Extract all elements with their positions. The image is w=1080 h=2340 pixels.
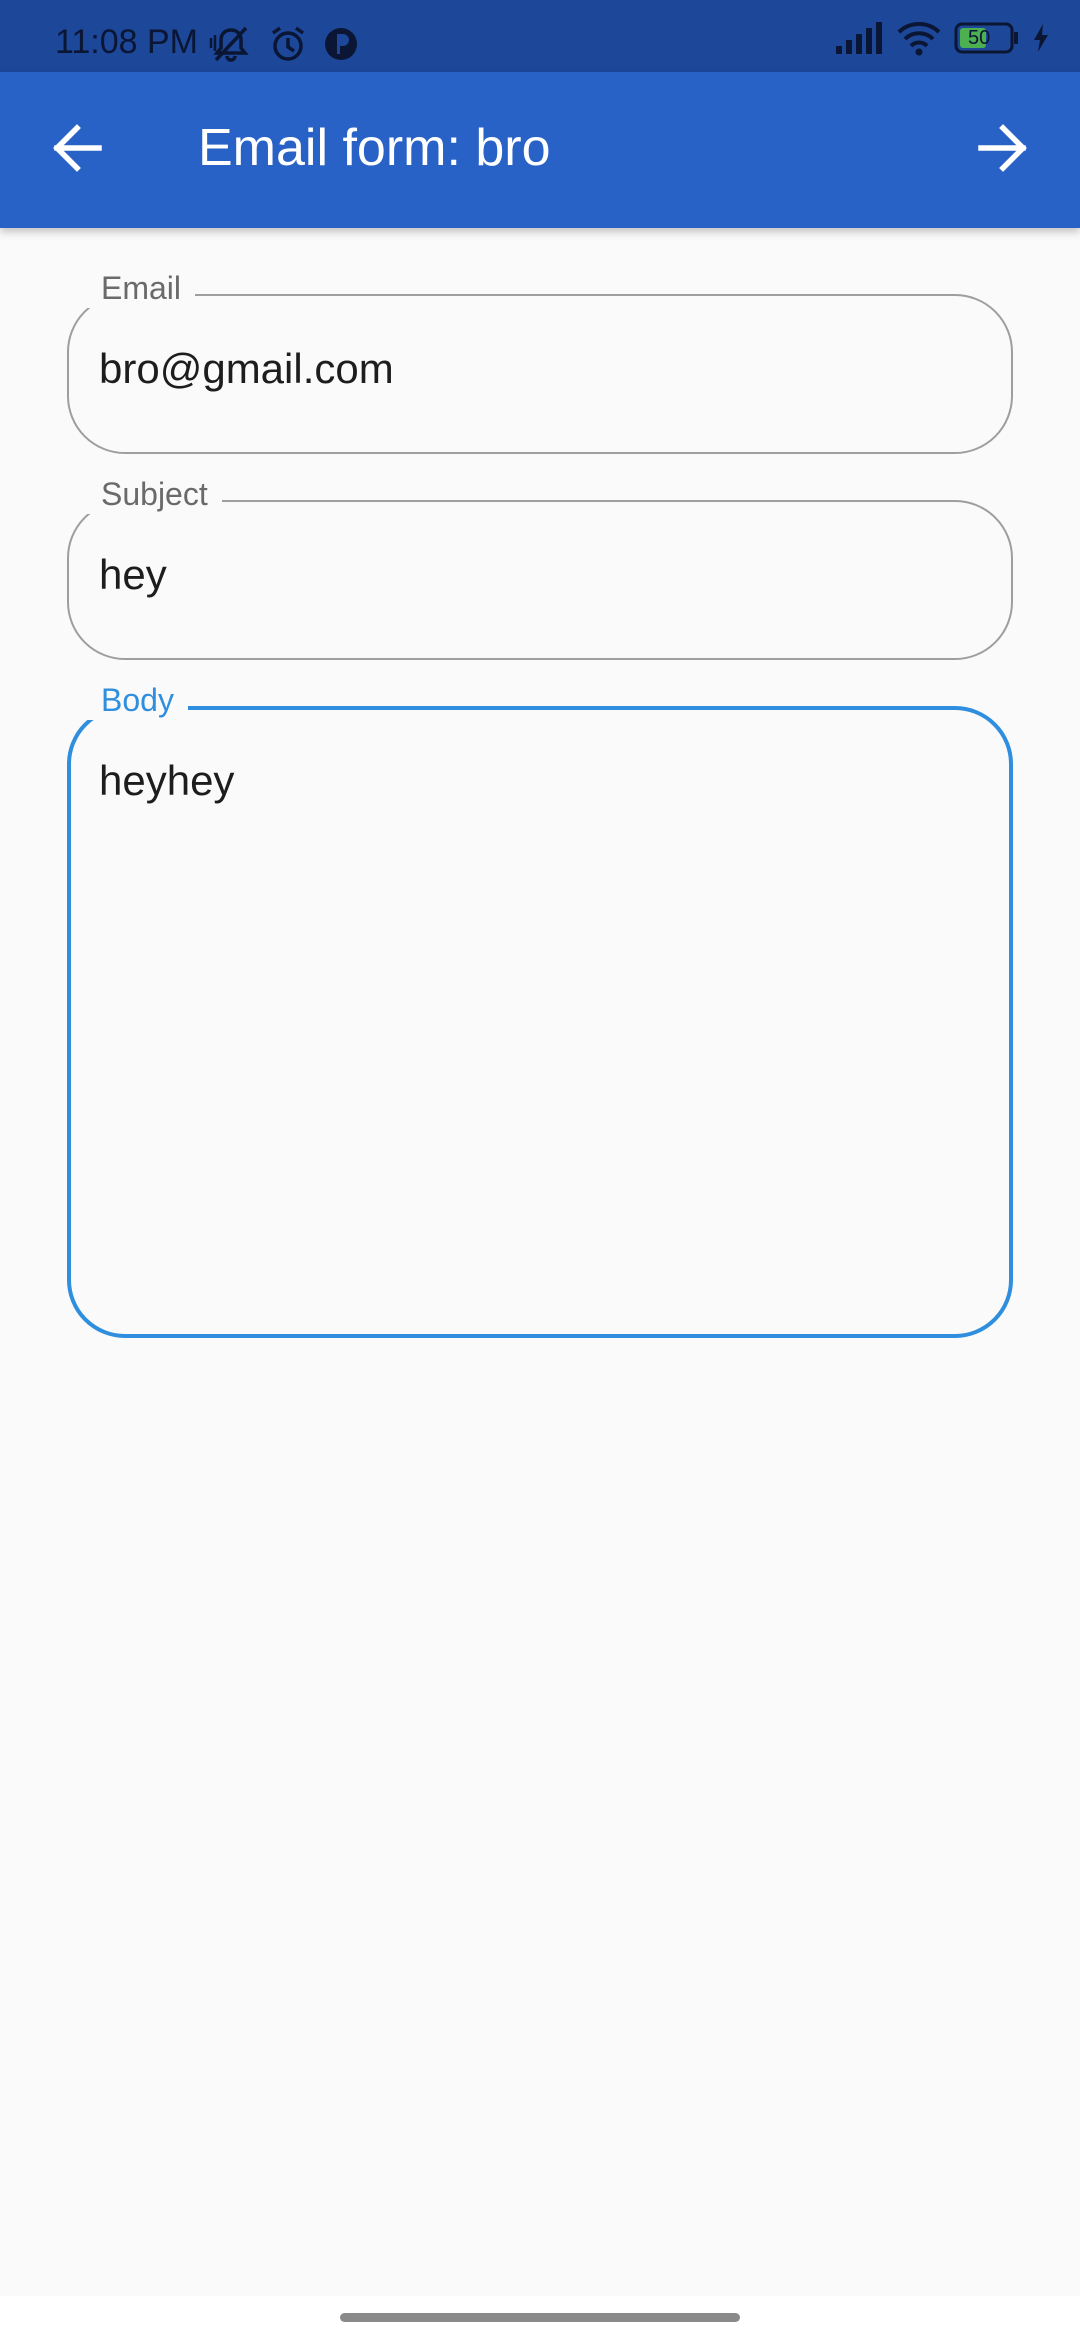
arrow-forward-icon	[977, 123, 1029, 177]
email-input[interactable]: bro@gmail.com	[99, 344, 394, 394]
subject-label: Subject	[87, 474, 222, 514]
body-field[interactable]: Body heyhey	[67, 680, 1013, 1338]
email-field[interactable]: Email bro@gmail.com	[67, 268, 1013, 454]
battery-icon: 50	[954, 21, 1020, 55]
subject-field[interactable]: Subject hey	[67, 474, 1013, 660]
page-title: Email form: bro	[198, 119, 551, 177]
status-left-icons	[208, 24, 360, 64]
wifi-icon	[896, 20, 942, 56]
status-bar: 11:08 PM 50	[0, 0, 1080, 72]
subject-input[interactable]: hey	[99, 550, 167, 600]
charging-icon	[1032, 23, 1050, 53]
arrow-back-icon	[51, 123, 103, 177]
back-button[interactable]	[37, 110, 117, 190]
status-right-icons: 50	[834, 20, 1050, 56]
forward-button[interactable]	[963, 110, 1043, 190]
app-indicator-icon	[322, 24, 360, 64]
home-indicator[interactable]	[340, 2313, 740, 2322]
body-textarea[interactable]: heyhey	[99, 756, 234, 806]
screen: 11:08 PM 50 Email form: bro Email bro@gm…	[0, 0, 1080, 2340]
body-label: Body	[87, 680, 188, 720]
email-label: Email	[87, 268, 196, 308]
alarm-icon	[268, 24, 308, 64]
muted-notification-icon	[208, 24, 254, 64]
battery-level: 50	[968, 27, 991, 49]
signal-icon	[834, 22, 884, 54]
status-time: 11:08 PM	[55, 23, 199, 61]
app-bar: Email form: bro	[0, 72, 1080, 228]
